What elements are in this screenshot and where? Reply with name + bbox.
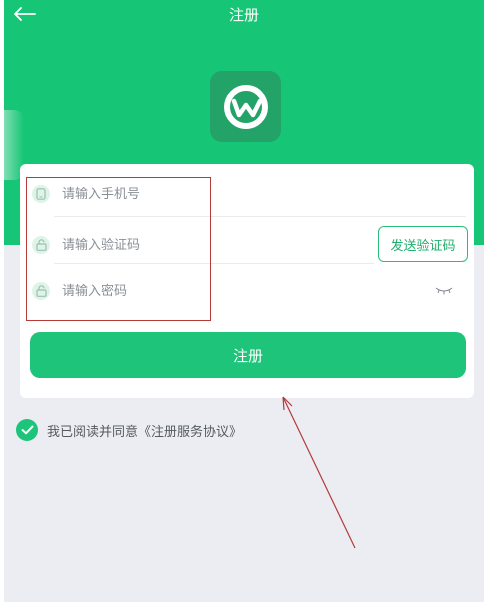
phone-icon (32, 185, 50, 203)
verify-code-input[interactable] (62, 233, 362, 257)
w-logo-icon (223, 84, 268, 129)
password-row (20, 268, 474, 314)
checkbox-checked-icon[interactable] (16, 419, 38, 441)
lock-icon (32, 282, 50, 300)
register-button[interactable]: 注册 (30, 332, 466, 378)
app-logo (210, 71, 281, 142)
phone-row (20, 171, 474, 217)
password-input[interactable] (62, 279, 362, 303)
page-title: 注册 (228, 6, 259, 24)
phone-input[interactable] (62, 182, 362, 206)
divider (54, 216, 466, 217)
lock-icon (32, 236, 50, 254)
register-form-card: 发送验证码 注册 (20, 164, 474, 398)
agreement-text[interactable]: 我已阅读并同意《注册服务协议》 (47, 421, 242, 440)
send-code-button[interactable]: 发送验证码 (378, 226, 468, 262)
eye-closed-icon[interactable] (434, 284, 454, 296)
agreement-row[interactable]: 我已阅读并同意《注册服务协议》 (16, 418, 242, 442)
divider (54, 263, 374, 264)
register-screen: 注册 发送验证码 (4, 0, 484, 602)
